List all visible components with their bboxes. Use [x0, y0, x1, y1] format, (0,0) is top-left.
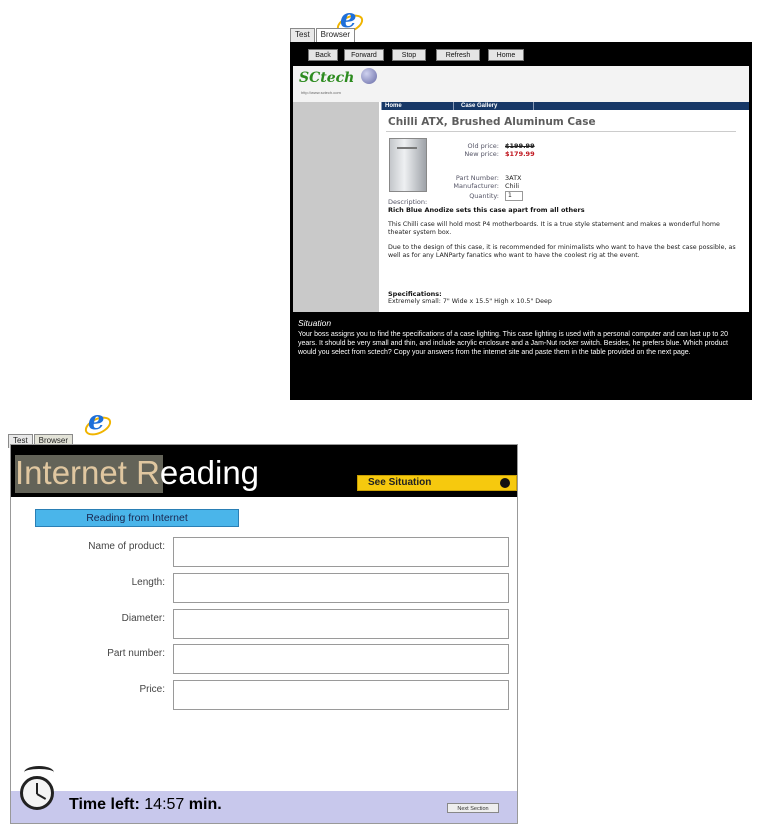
tab-strip: Test Browser — [290, 28, 356, 42]
length-label: Length: — [131, 577, 165, 588]
diameter-input[interactable] — [173, 609, 509, 639]
new-price-label: New price: — [464, 150, 499, 158]
reading-header: Internet Reading See Situation — [11, 445, 517, 497]
site-logo-url: http://www.sctech.com — [301, 90, 341, 95]
manufacturer-label: Manufacturer: — [453, 182, 499, 190]
tab-browser[interactable]: Browser — [315, 28, 356, 42]
situation-heading: Situation — [298, 318, 332, 328]
nav-case-gallery-link[interactable]: Case Gallery — [461, 102, 497, 110]
situation-text: Your boss assigns you to find the specif… — [298, 331, 728, 356]
toggle-dot-icon — [500, 478, 510, 488]
alarm-clock-icon — [20, 776, 54, 810]
nav-home-link[interactable]: Home — [385, 102, 402, 110]
internet-explorer-icon: e — [81, 406, 115, 440]
specifications-text: Extremely small: 7" Wide x 15.5" High x … — [388, 298, 552, 305]
globe-icon — [361, 68, 377, 84]
browser-window: Back Forward Stop Refresh Home SCtech ht… — [290, 42, 752, 400]
product-title: Chilli ATX, Brushed Aluminum Case — [388, 116, 596, 128]
description-paragraph: This Chilli case will hold most P4 mothe… — [388, 221, 720, 236]
diameter-label: Diameter: — [121, 613, 165, 624]
description-label: Description: — [388, 198, 428, 206]
time-value: 14:57 — [144, 796, 185, 813]
site-header: SCtech http://www.sctech.com — [293, 66, 749, 102]
site-logo[interactable]: SCtech — [299, 70, 354, 86]
web-page: SCtech http://www.sctech.com Home Case G… — [293, 66, 749, 312]
divider — [386, 131, 736, 132]
name-of-product-label: Name of product: — [88, 541, 165, 552]
old-price-label: Old price: — [467, 142, 499, 150]
time-left: Time left: 14:57 min. — [69, 796, 222, 813]
browser-panel-website: e Test Browser Back Forward Stop Refresh… — [290, 4, 752, 400]
back-button[interactable]: Back — [308, 49, 338, 61]
reading-window: Internet Reading See Situation Reading f… — [10, 444, 518, 824]
see-situation-label: See Situation — [368, 477, 432, 488]
internet-reading-panel: e Test Browser Internet Reading See Situ… — [8, 406, 520, 824]
new-price: $179.99 — [505, 150, 535, 158]
description-paragraph: Due to the design of this case, it is re… — [388, 244, 736, 259]
refresh-button[interactable]: Refresh — [436, 49, 480, 61]
part-number: 3ATX — [505, 174, 522, 182]
forward-button[interactable]: Forward — [344, 49, 384, 61]
old-price: $199.99 — [505, 142, 535, 150]
timer-bar: Time left: 14:57 min. Next Section — [11, 791, 517, 823]
quantity-input[interactable]: 1 — [505, 191, 523, 201]
product-image — [389, 138, 427, 192]
see-situation-button[interactable]: See Situation — [357, 475, 517, 491]
tab-test[interactable]: Test — [290, 28, 315, 42]
price-input[interactable] — [173, 680, 509, 710]
manufacturer: Chili — [505, 182, 520, 190]
length-input[interactable] — [173, 573, 509, 603]
browser-toolbar: Back Forward Stop Refresh Home — [290, 42, 752, 66]
page-title: Internet Reading — [15, 454, 260, 491]
home-button[interactable]: Home — [488, 49, 524, 61]
specifications-label: Specifications: — [388, 290, 442, 298]
site-nav: Home Case Gallery — [381, 102, 749, 110]
product-content: Chilli ATX, Brushed Aluminum Case Old pr… — [381, 110, 743, 312]
section-label: Reading from Internet — [35, 509, 239, 527]
name-of-product-input[interactable] — [173, 537, 509, 567]
price-label: Price: — [139, 684, 165, 695]
part-number-label: Part number: — [107, 648, 165, 659]
site-sidebar — [293, 102, 379, 312]
next-section-button[interactable]: Next Section — [447, 803, 499, 813]
part-number-label: Part Number: — [455, 174, 499, 182]
stop-button[interactable]: Stop — [392, 49, 426, 61]
quantity-label: Quantity: — [469, 192, 499, 200]
part-number-input[interactable] — [173, 644, 509, 674]
description-headline: Rich Blue Anodize sets this case apart f… — [388, 206, 585, 214]
